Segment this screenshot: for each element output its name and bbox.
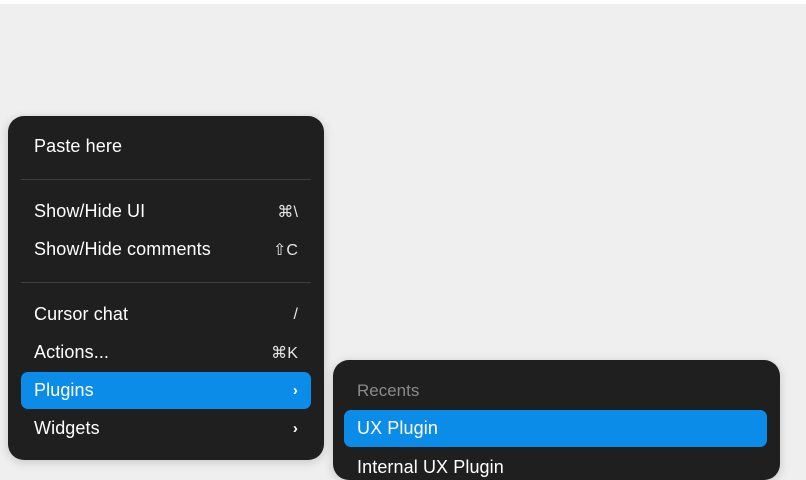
toolbar-edge (0, 0, 806, 4)
shortcut-hint: ⌘K (271, 344, 298, 362)
menu-item-paste-here[interactable]: Paste here (21, 128, 311, 165)
submenu-item-label: UX Plugin (357, 418, 438, 438)
plugins-submenu: Recents UX Plugin Internal UX Plugin (333, 360, 780, 480)
menu-item-label: Actions... (34, 342, 110, 362)
menu-item-label: Plugins (34, 380, 94, 400)
menu-item-widgets[interactable]: Widgets › (21, 410, 311, 447)
submenu-item-label: Internal UX Plugin (357, 457, 504, 477)
chevron-right-icon: › (292, 420, 298, 437)
menu-item-label: Paste here (34, 136, 123, 156)
menu-item-plugins[interactable]: Plugins › (21, 372, 311, 409)
submenu-item-ux-plugin[interactable]: UX Plugin (344, 410, 767, 447)
chevron-right-icon: › (292, 382, 298, 399)
menu-item-label: Cursor chat (34, 304, 129, 324)
shortcut-hint: ⌘\ (277, 203, 298, 221)
menu-item-cursor-chat[interactable]: Cursor chat / (21, 296, 311, 333)
menu-item-actions[interactable]: Actions... ⌘K (21, 334, 311, 371)
menu-item-show-hide-comments[interactable]: Show/Hide comments ⇧C (21, 231, 311, 268)
shortcut-hint: ⇧C (272, 241, 298, 259)
menu-item-label: Widgets (34, 418, 100, 438)
menu-item-show-hide-ui[interactable]: Show/Hide UI ⌘\ (21, 193, 311, 230)
shortcut-hint: / (293, 305, 298, 323)
menu-separator (21, 179, 311, 180)
menu-separator (21, 282, 311, 283)
menu-item-label: Show/Hide comments (34, 239, 211, 259)
section-label-recents: Recents (357, 381, 420, 400)
context-menu: Paste here Show/Hide UI ⌘\ Show/Hide com… (8, 116, 324, 460)
menu-item-label: Show/Hide UI (34, 201, 146, 221)
